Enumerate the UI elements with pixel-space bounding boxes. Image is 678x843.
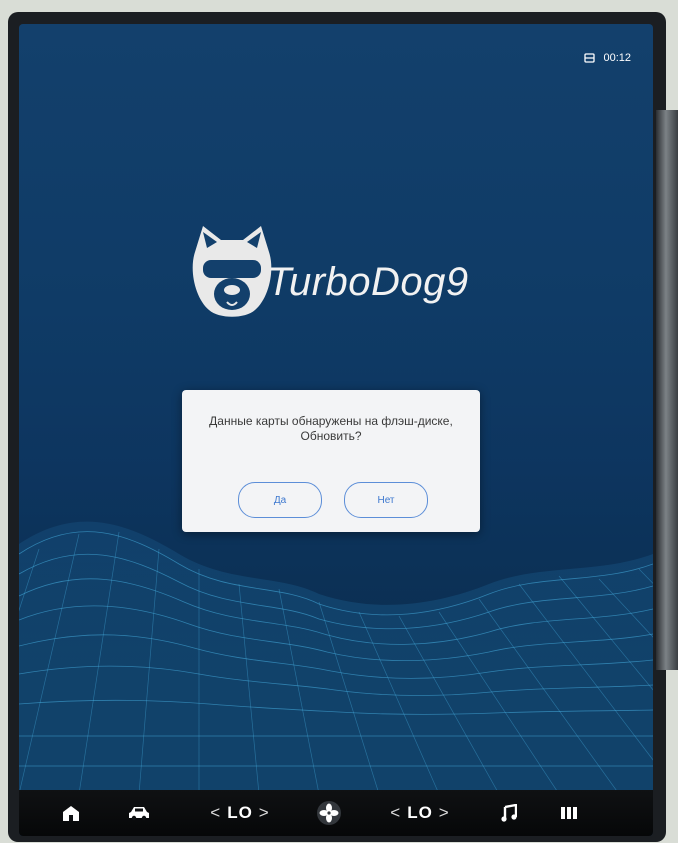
map-update-dialog: Данные карты обнаружены на флэш-диске, О… — [182, 390, 480, 532]
dialog-message-line-1: Данные карты обнаружены на флэш-диске, — [209, 414, 453, 428]
dialog-message: Данные карты обнаружены на флэш-диске, О… — [182, 414, 480, 444]
usb-drive-icon — [584, 53, 596, 63]
car-icon[interactable] — [119, 790, 159, 836]
right-temperature-control[interactable]: < LO > — [375, 790, 465, 836]
home-icon[interactable] — [51, 790, 91, 836]
left-temp-increase[interactable]: > — [259, 803, 270, 823]
dashboard-trim — [656, 110, 678, 670]
left-temp-value: LO — [227, 803, 253, 822]
bottom-dock: < LO > < LO > — [19, 790, 653, 836]
left-temp-decrease[interactable]: < — [210, 803, 221, 823]
apps-icon[interactable] — [549, 790, 589, 836]
fan-icon[interactable] — [309, 790, 349, 836]
yes-button[interactable]: Да — [238, 482, 322, 518]
music-icon[interactable] — [489, 790, 529, 836]
right-temp-value: LO — [407, 803, 433, 822]
dialog-message-line-2: Обновить? — [300, 429, 362, 443]
right-temp-increase[interactable]: > — [439, 803, 450, 823]
head-unit-screen: 00:12 TurboDog9 Данные карты обнаружены … — [19, 24, 653, 836]
status-bar: 00:12 — [584, 52, 631, 64]
brand-logo-text: TurboDog9 — [267, 260, 469, 304]
right-temp-decrease[interactable]: < — [390, 803, 401, 823]
left-temperature-control[interactable]: < LO > — [195, 790, 285, 836]
clock: 00:12 — [603, 52, 631, 64]
no-button[interactable]: Нет — [344, 482, 428, 518]
